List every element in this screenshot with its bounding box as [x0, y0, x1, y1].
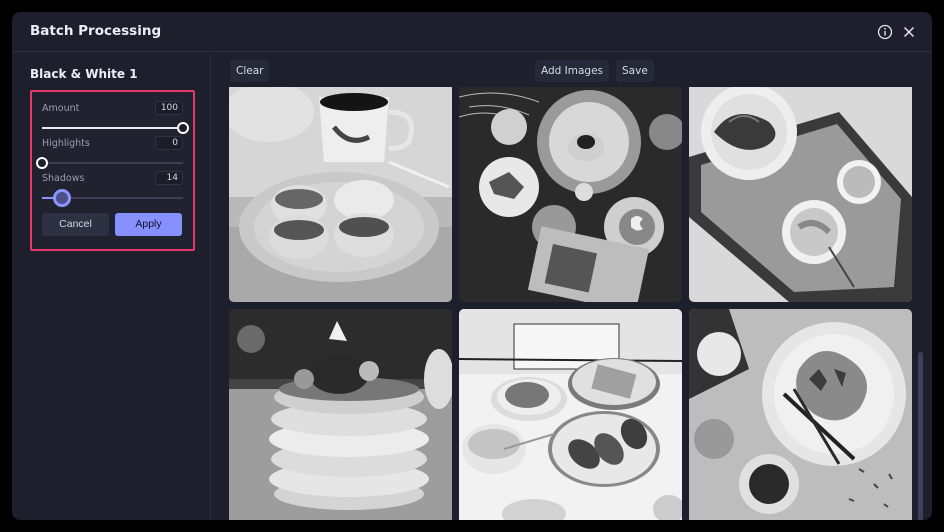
- photo-breakfast-table: [459, 309, 682, 520]
- shadows-slider[interactable]: [42, 189, 183, 207]
- adjustments-panel: Amount 100 Highlights 0 Shadows 14 Cance…: [30, 90, 195, 251]
- image-tile[interactable]: [689, 87, 912, 302]
- close-icon[interactable]: [901, 24, 917, 40]
- amount-label: Amount: [42, 103, 80, 114]
- info-icon[interactable]: [877, 24, 893, 40]
- apply-button[interactable]: Apply: [115, 213, 182, 236]
- image-tile[interactable]: [229, 309, 452, 520]
- modal-header: Batch Processing: [12, 12, 932, 52]
- clear-button[interactable]: Clear: [230, 60, 270, 82]
- slider-thumb[interactable]: [177, 122, 189, 134]
- image-gallery: [212, 87, 932, 520]
- preset-title: Black & White 1: [30, 67, 138, 81]
- amount-value-field[interactable]: 100: [155, 101, 183, 115]
- photo-salad-overhead: [689, 309, 912, 520]
- image-tile[interactable]: [689, 309, 912, 520]
- modal-title: Batch Processing: [30, 23, 162, 39]
- batch-processing-modal: Batch Processing Black & White 1 Amount …: [12, 12, 932, 520]
- save-button[interactable]: Save: [616, 60, 654, 82]
- photo-table-overhead: [459, 87, 682, 302]
- photo-pastries: [229, 87, 452, 302]
- add-images-button[interactable]: Add Images: [535, 60, 610, 82]
- highlights-value-field[interactable]: 0: [155, 136, 183, 150]
- gallery-scrollbar[interactable]: [918, 352, 923, 520]
- photo-croissant-tray: [689, 87, 912, 302]
- shadows-label: Shadows: [42, 173, 85, 184]
- cancel-button[interactable]: Cancel: [42, 213, 109, 236]
- image-tile[interactable]: [229, 87, 452, 302]
- slider-track: [42, 162, 183, 164]
- sidebar: Black & White 1 Amount 100 Highlights 0: [12, 53, 211, 520]
- image-tile[interactable]: [459, 309, 682, 520]
- gallery-toolbar: Clear Add Images Save: [212, 53, 932, 87]
- slider-thumb[interactable]: [52, 189, 71, 207]
- highlights-label: Highlights: [42, 138, 90, 149]
- shadows-value-field[interactable]: 14: [155, 171, 183, 185]
- slider-fill: [42, 127, 183, 129]
- slider-thumb[interactable]: [36, 157, 48, 169]
- photo-pancakes: [229, 309, 452, 520]
- image-tile[interactable]: [459, 87, 682, 302]
- amount-slider[interactable]: [42, 121, 189, 135]
- highlights-slider[interactable]: [36, 156, 183, 170]
